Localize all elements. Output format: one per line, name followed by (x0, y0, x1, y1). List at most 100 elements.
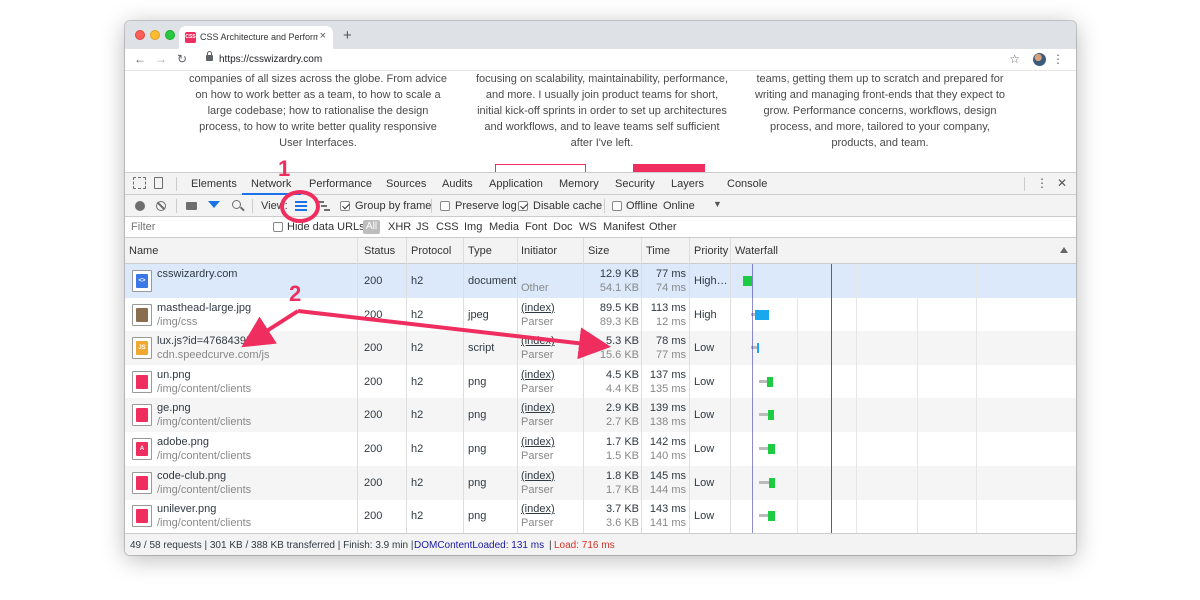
table-row[interactable]: Aadobe.png/img/content/clients 200 h2 png (i… (125, 432, 1076, 466)
tab-application[interactable]: Application (489, 178, 543, 190)
request-name: masthead-large.jpg (157, 301, 252, 314)
request-priority: Low (694, 342, 715, 355)
request-initiator-link[interactable]: (index) (521, 335, 555, 347)
request-protocol: h2 (411, 443, 424, 455)
column-header-type[interactable]: Type (468, 245, 492, 257)
table-row[interactable]: <> csswizardry.com 200 h2 document Other 12.9 … (125, 264, 1076, 298)
window-maximize-button[interactable] (165, 30, 175, 40)
waterfall-bar (757, 343, 759, 354)
disable-cache-checkbox[interactable] (518, 201, 528, 211)
tab-security[interactable]: Security (615, 178, 655, 190)
network-toolbar: View: Group by frame Preserve log Disabl… (125, 195, 1076, 217)
filter-type-font[interactable]: Font (525, 221, 547, 233)
column-header-status[interactable]: Status (364, 245, 395, 257)
request-type: script (468, 342, 495, 355)
request-time-latency: 74 ms (656, 282, 686, 294)
table-row[interactable]: unilever.png/img/content/clients 200 h2 png… (125, 499, 1076, 533)
tab-performance[interactable]: Performance (309, 178, 372, 190)
hide-data-urls-checkbox[interactable] (273, 222, 283, 232)
column-header-time[interactable]: Time (646, 245, 670, 257)
device-toolbar-icon[interactable] (154, 177, 163, 189)
filter-type-js[interactable]: JS (416, 221, 429, 233)
table-row[interactable]: code-club.png/img/content/clients 200 h2 pn… (125, 465, 1076, 500)
window-minimize-button[interactable] (150, 30, 160, 40)
divider (252, 199, 253, 213)
table-row[interactable]: ge.png/img/content/clients 200 h2 png (index… (125, 398, 1076, 433)
filter-input[interactable] (128, 219, 263, 235)
divider (176, 177, 177, 191)
file-type-icon (132, 471, 152, 494)
tab-console[interactable]: Console (727, 178, 767, 190)
filter-type-other[interactable]: Other (649, 221, 677, 233)
table-row[interactable]: un.png/img/content/clients 200 h2 png (index… (125, 365, 1076, 399)
tab-elements[interactable]: Elements (191, 178, 237, 190)
table-row[interactable]: JS lux.js?id=47684395 cdn.speedcurve.com/j… (125, 331, 1076, 366)
window-close-button[interactable] (135, 30, 145, 40)
waterfall-wait-bar (759, 480, 769, 484)
filter-type-all[interactable]: All (363, 220, 380, 234)
tab-memory[interactable]: Memory (559, 178, 599, 190)
filter-type-css[interactable]: CSS (436, 221, 459, 233)
record-icon[interactable] (135, 201, 145, 211)
waterfall-bar (768, 410, 774, 421)
forward-arrow-icon[interactable]: → (155, 52, 167, 66)
address-bar[interactable]: https://csswizardry.com (219, 54, 322, 65)
tab-sources[interactable]: Sources (386, 178, 426, 190)
tab-layers[interactable]: Layers (671, 178, 704, 190)
table-row[interactable]: masthead-large.jpg/img/css 200 h2 jpeg (inde… (125, 298, 1076, 332)
browser-menu-icon[interactable]: ⋮ (1052, 52, 1064, 66)
outline-button[interactable] (495, 164, 586, 172)
search-icon[interactable] (232, 200, 241, 209)
offline-checkbox[interactable] (612, 201, 622, 211)
request-type: png (468, 510, 487, 523)
back-arrow-icon[interactable]: ← (134, 52, 146, 66)
chevron-down-icon[interactable]: ▼ (713, 199, 722, 209)
throttle-select[interactable]: Online (663, 200, 695, 212)
tab-close-icon[interactable]: × (320, 30, 326, 42)
request-initiator-link[interactable]: (index) (521, 402, 555, 414)
request-priority: Low (694, 476, 715, 489)
request-size-transferred: 5.3 KB (605, 335, 639, 348)
request-protocol: h2 (411, 409, 424, 422)
filter-type-img[interactable]: Img (464, 221, 482, 233)
request-size-transferred: 4.5 KB (605, 368, 639, 381)
request-protocol: h2 (411, 510, 424, 523)
filter-type-media[interactable]: Media (489, 221, 519, 233)
column-divider (517, 238, 518, 533)
filter-type-ws[interactable]: WS (579, 221, 597, 233)
bookmark-star-icon[interactable]: ☆ (1009, 52, 1020, 66)
filled-button[interactable] (633, 164, 705, 172)
request-initiator-link[interactable]: (index) (521, 436, 555, 448)
sort-ascending-icon[interactable] (1060, 247, 1068, 253)
request-initiator-link[interactable]: (index) (521, 302, 555, 314)
request-initiator-link[interactable]: (index) (521, 470, 555, 482)
column-header-size[interactable]: Size (588, 245, 609, 257)
clear-icon[interactable] (156, 201, 166, 211)
profile-avatar[interactable] (1033, 53, 1046, 66)
devtools-menu-icon[interactable]: ⋮ (1036, 176, 1048, 190)
column-header-waterfall[interactable]: Waterfall (735, 245, 778, 257)
column-header-protocol[interactable]: Protocol (411, 245, 451, 257)
filter-funnel-icon[interactable] (208, 201, 220, 208)
column-header-name[interactable]: Name (129, 245, 158, 257)
request-name: csswizardry.com (157, 268, 238, 280)
tab-title: CSS Architecture and Performa (200, 32, 318, 42)
request-status: 200 (364, 275, 383, 287)
inspect-element-icon[interactable] (133, 177, 146, 189)
tab-audits[interactable]: Audits (442, 178, 473, 190)
column-header-initiator[interactable]: Initiator (521, 245, 557, 257)
filter-type-xhr[interactable]: XHR (388, 221, 411, 233)
preserve-log-checkbox[interactable] (440, 201, 450, 211)
new-tab-button[interactable]: + (343, 27, 352, 44)
browser-tab[interactable]: CSS CSS Architecture and Performa × (179, 26, 333, 49)
request-initiator-link[interactable]: (index) (521, 503, 555, 515)
request-initiator-link[interactable]: (index) (521, 369, 555, 381)
group-by-frame-checkbox[interactable] (340, 201, 350, 211)
devtools-close-icon[interactable]: ✕ (1057, 176, 1067, 190)
reload-icon[interactable]: ↻ (177, 52, 187, 66)
column-header-priority[interactable]: Priority (694, 245, 728, 257)
filter-type-manifest[interactable]: Manifest (603, 221, 645, 233)
filter-type-doc[interactable]: Doc (553, 221, 573, 233)
dom-content-loaded-marker (752, 264, 753, 533)
screenshot-camera-icon[interactable] (186, 202, 197, 210)
